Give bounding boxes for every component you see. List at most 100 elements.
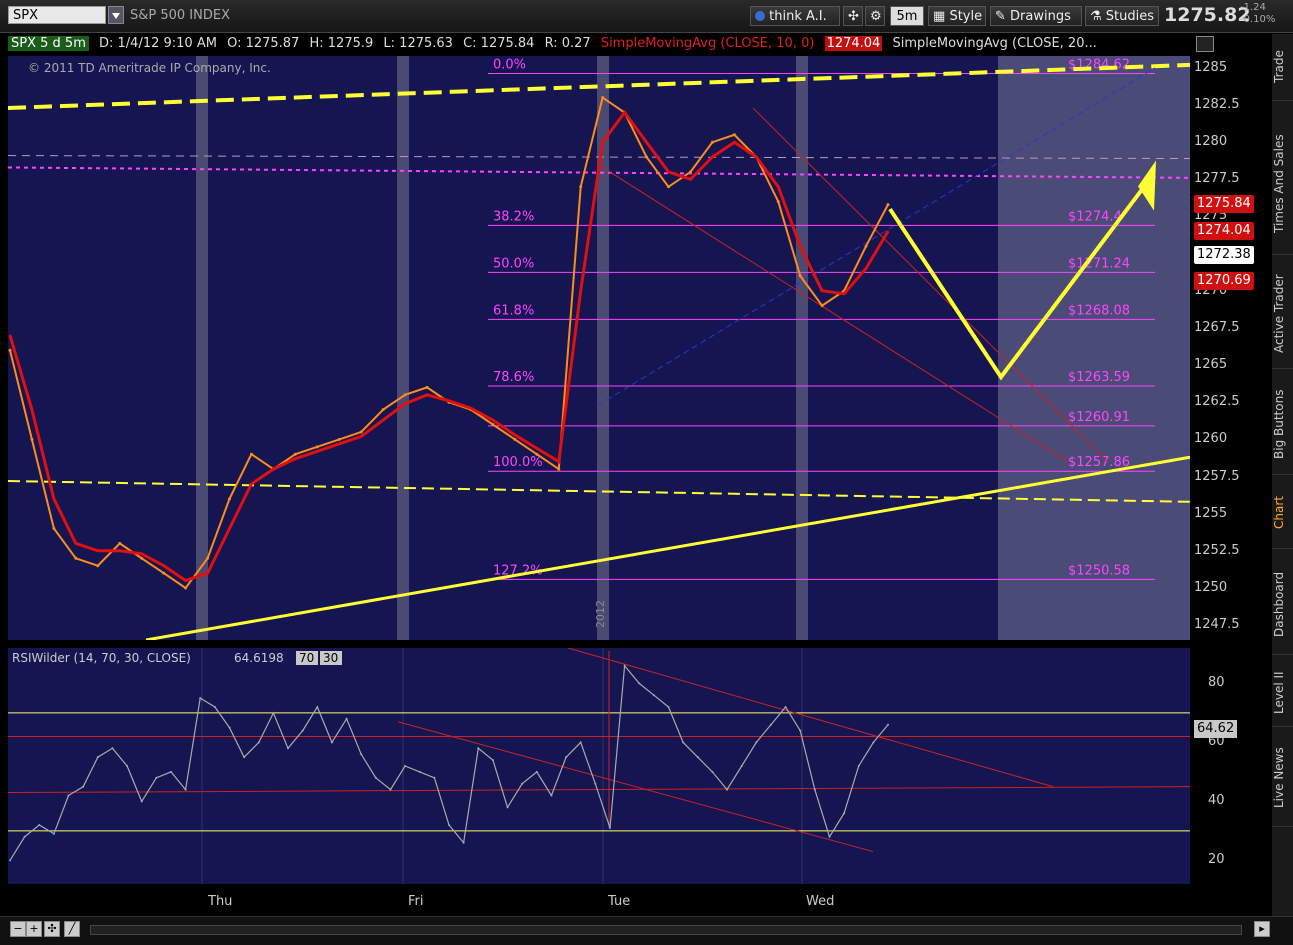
price-point <box>96 549 99 552</box>
rsi-point <box>799 729 802 732</box>
side-tab-chart[interactable]: Chart <box>1272 478 1293 549</box>
rsi-point <box>213 706 216 708</box>
symbol-dropdown-chevron-icon[interactable] <box>108 6 124 24</box>
rsi-chart[interactable]: RSIWilder (14, 70, 30, CLOSE) 64.6198 70… <box>8 648 1190 884</box>
rsi-point <box>52 832 55 835</box>
chart-settings-icon[interactable] <box>1196 36 1214 52</box>
price-point <box>162 571 166 575</box>
rsi-point <box>287 747 290 750</box>
price-point <box>404 402 407 405</box>
price-point <box>52 497 55 500</box>
price-axis[interactable]: 12851282.512801277.512751272.512701267.5… <box>1190 56 1270 640</box>
side-tab-dashboard[interactable]: Dashboard <box>1272 554 1293 655</box>
timeframe-button[interactable]: 5m <box>890 6 924 26</box>
side-tab-trade[interactable]: Trade <box>1272 34 1293 101</box>
copyright-text: © 2011 TD Ameritrade IP Company, Inc. <box>28 61 271 75</box>
style-label: Style <box>949 9 983 24</box>
draw-line-icon[interactable]: ╱ <box>64 921 80 937</box>
session-separator <box>796 56 808 640</box>
price-point <box>184 586 188 590</box>
price-point <box>382 419 385 422</box>
price-point <box>96 564 100 568</box>
price-point <box>513 437 517 441</box>
rsi-tick-label: 40 <box>1208 793 1225 809</box>
rsi-point <box>828 835 831 838</box>
fib-level-price: $1263.59 <box>1068 370 1130 385</box>
percent-change: -0.10% <box>1240 14 1276 25</box>
time-axis-label: Fri <box>408 894 424 909</box>
rsi-point <box>711 770 714 773</box>
time-axis-label: Wed <box>806 894 835 909</box>
sma-series-line <box>8 109 890 583</box>
expand-icon[interactable]: ▸ <box>1254 921 1270 937</box>
rsi-current-badge: 64.62 <box>1194 719 1238 738</box>
think-ai-button[interactable]: think A.I. <box>750 6 840 26</box>
side-tab-level-ii[interactable]: Level II <box>1272 660 1293 727</box>
chart-scrollbar[interactable] <box>90 925 1242 935</box>
price-point <box>184 579 187 582</box>
zoom-out-icon[interactable]: − <box>10 921 26 937</box>
rsi-point <box>491 759 494 762</box>
sma1-value: 1274.04 <box>824 36 883 51</box>
bottom-toolbar: − + ✣ ╱ ▸ <box>0 916 1293 945</box>
rsi-title: RSIWilder (14, 70, 30, CLOSE) <box>12 651 191 665</box>
price-point <box>821 289 824 292</box>
side-tab-live-news[interactable]: Live News <box>1272 730 1293 827</box>
side-tab-big-buttons[interactable]: Big Buttons <box>1272 374 1293 475</box>
session-separator <box>397 56 409 640</box>
session-separator <box>196 56 208 640</box>
price-tick-label: 1250 <box>1194 579 1228 595</box>
rsi-point <box>111 747 114 750</box>
studies-menu[interactable]: ⚗ Studies <box>1085 6 1159 26</box>
side-tab-active-trader[interactable]: Active Trader <box>1272 260 1293 369</box>
price-point <box>886 203 890 207</box>
rsi-point <box>594 782 597 785</box>
symbol-input[interactable]: SPX <box>8 6 106 24</box>
price-point <box>645 141 648 144</box>
rsi-down-trendline-upper <box>567 648 1054 788</box>
rsi-point <box>140 800 143 803</box>
price-point <box>513 433 516 436</box>
price-point <box>425 385 429 389</box>
price-tick-label: 1280 <box>1194 134 1228 150</box>
price-point <box>469 407 472 410</box>
rsi-point <box>535 770 538 773</box>
price-chart[interactable]: 0.0% $1284.6238.2% $1274.450.0% $1271.2461.… <box>8 56 1190 640</box>
rsi-point <box>257 741 260 744</box>
rsi-point <box>418 770 421 773</box>
rsi-point <box>330 741 333 744</box>
price-point <box>798 274 802 278</box>
bar-range: R: 0.27 <box>544 36 591 51</box>
crosshair-tool-icon[interactable]: ✣ <box>843 6 863 26</box>
price-point <box>403 393 407 397</box>
pan-icon[interactable]: ✣ <box>44 921 60 937</box>
fib-level-price: $1274.4 <box>1068 209 1122 224</box>
bar-high: H: 1275.9 <box>309 36 374 51</box>
price-point <box>118 541 122 545</box>
price-point <box>733 141 736 144</box>
rsi-point <box>843 812 846 815</box>
rsi-point <box>67 794 70 797</box>
studies-icon: ⚗ <box>1090 9 1102 24</box>
rsi-point <box>82 785 85 788</box>
side-tab-times-and-sales[interactable]: Times And Sales <box>1272 114 1293 255</box>
rsi-point <box>872 741 875 744</box>
price-point <box>118 549 121 552</box>
drawings-label: Drawings <box>1010 9 1071 24</box>
drawings-menu[interactable]: ✎ Drawings <box>990 6 1082 26</box>
price-point <box>776 200 780 204</box>
price-point <box>710 140 714 144</box>
price-point <box>316 450 319 453</box>
rsi-point <box>9 859 11 862</box>
price-point <box>601 96 605 100</box>
rsi-point <box>169 770 172 773</box>
price-point <box>711 156 714 159</box>
rsi-point <box>623 664 626 667</box>
zoom-in-icon[interactable]: + <box>26 921 42 937</box>
rsi-point <box>462 841 465 844</box>
style-menu[interactable]: ▦ Style <box>928 6 986 26</box>
fib-level-percent: 100.0% <box>493 455 543 470</box>
time-axis[interactable]: Thu Fri Tue Wed <box>8 886 1190 916</box>
settings-icon[interactable]: ⚙ <box>865 6 885 26</box>
fib-level-price: $1250.58 <box>1068 563 1130 578</box>
